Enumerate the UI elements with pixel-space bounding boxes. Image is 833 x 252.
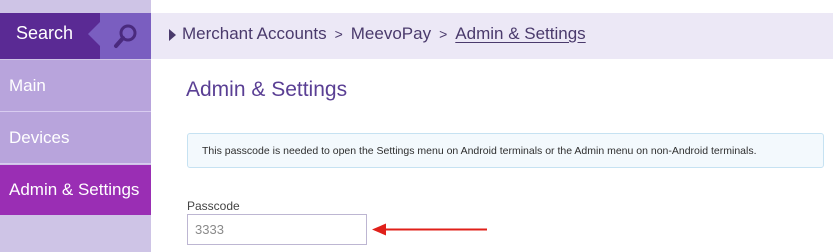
- breadcrumb: Merchant Accounts > MeevoPay > Admin & Setti…: [151, 13, 833, 59]
- caret-right-icon: [169, 29, 176, 41]
- search-label: Search: [16, 23, 74, 43]
- sidebar-item-label: Devices: [9, 128, 70, 147]
- breadcrumb-trail: Merchant Accounts > MeevoPay > Admin & Setti…: [182, 13, 586, 55]
- breadcrumb-meevopay[interactable]: MeevoPay: [351, 24, 431, 43]
- sidebar: Search Main Devices Admin & Settings: [0, 0, 151, 252]
- breadcrumb-separator: >: [439, 26, 448, 42]
- sidebar-item-label: Main: [9, 76, 46, 95]
- breadcrumb-separator: >: [334, 26, 343, 42]
- search-icon: [114, 24, 137, 48]
- sidebar-item-main[interactable]: Main: [0, 60, 151, 112]
- search-button[interactable]: [88, 13, 151, 59]
- passcode-label: Passcode: [187, 199, 240, 213]
- search-bar[interactable]: Search: [0, 13, 151, 59]
- page-title: Admin & Settings: [186, 78, 348, 101]
- breadcrumb-admin-settings[interactable]: Admin & Settings: [455, 24, 585, 43]
- red-arrow-annotation: [372, 223, 487, 236]
- sidebar-item-label: Admin & Settings: [9, 180, 140, 199]
- breadcrumb-merchant-accounts[interactable]: Merchant Accounts: [182, 24, 327, 43]
- info-box: This passcode is needed to open the Sett…: [187, 133, 824, 168]
- sidebar-item-devices[interactable]: Devices: [0, 112, 151, 164]
- info-text: This passcode is needed to open the Sett…: [202, 145, 757, 157]
- sidebar-item-admin-settings[interactable]: Admin & Settings: [0, 165, 151, 215]
- passcode-input[interactable]: [187, 214, 367, 245]
